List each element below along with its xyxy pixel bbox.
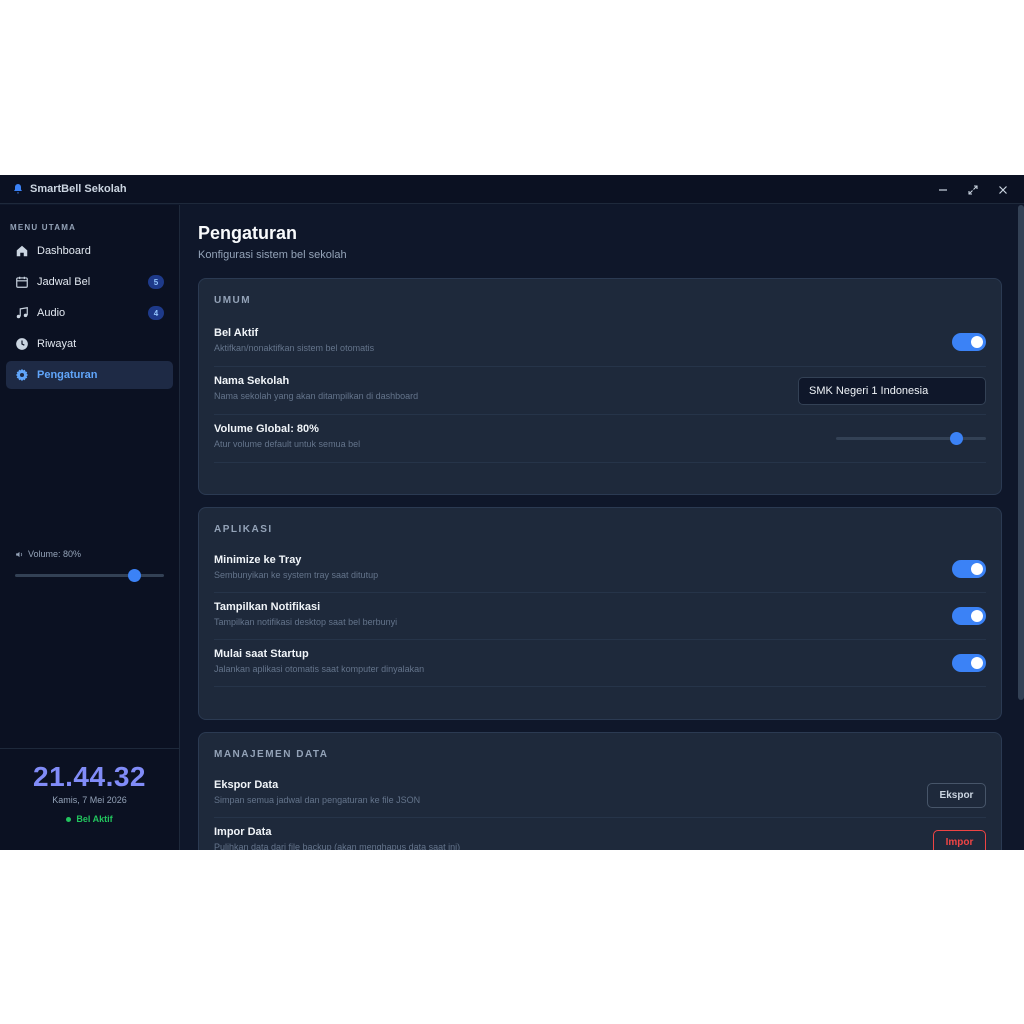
clock-icon (16, 338, 28, 350)
speaker-icon (16, 551, 23, 557)
card-heading: APLIKASI (214, 524, 273, 535)
clock-time: 21.44.32 (33, 761, 146, 792)
setting-desc: Atur volume default untuk semua bel (214, 439, 361, 449)
setting-title: Impor Data (214, 826, 272, 838)
volume-label-text: Volume: 80% (28, 549, 82, 559)
count-badge: 5 (148, 275, 164, 289)
start-on-startup-toggle[interactable] (952, 654, 986, 672)
card-application: APLIKASI Minimize ke Tray Sembunyikan ke… (198, 507, 1002, 720)
card-general: UMUM Bel Aktif Aktifkan/nonaktifkan sist… (198, 278, 1002, 495)
count-badge: 4 (148, 306, 164, 320)
sidebar-item-riwayat[interactable]: Riwayat (6, 330, 173, 358)
bell-status: Bel Aktif (0, 814, 179, 824)
clock-date: Kamis, 7 Mei 2026 (52, 795, 127, 805)
close-icon (999, 186, 1007, 194)
toggle-knob (971, 336, 983, 348)
setting-start-on-startup: Mulai saat Startup Jalankan aplikasi oto… (214, 640, 986, 687)
global-volume-slider[interactable] (836, 432, 986, 445)
bell-active-toggle[interactable] (952, 333, 986, 351)
setting-show-notification: Tampilkan Notifikasi Tampilkan notifikas… (214, 593, 986, 640)
app-title: SmartBell Sekolah (30, 183, 127, 195)
school-name-input[interactable] (798, 377, 986, 405)
scrollbar[interactable] (1018, 205, 1024, 700)
setting-desc: Tampilkan notifikasi desktop saat bel be… (214, 617, 398, 627)
sidebar-volume-label: Volume: 80% (15, 549, 81, 559)
setting-global-volume: Volume Global: 80% Atur volume default u… (214, 415, 986, 463)
setting-desc: Jalankan aplikasi otomatis saat komputer… (214, 664, 425, 674)
setting-title: Tampilkan Notifikasi (214, 601, 321, 613)
card-data-management: MANAJEMEN DATA Ekspor Data Simpan semua … (198, 732, 1002, 850)
export-button[interactable]: Ekspor (927, 783, 986, 808)
setting-export-data: Ekspor Data Simpan semua jadwal dan peng… (214, 771, 986, 818)
app-window: SmartBell Sekolah MENU UTAMA Dashboard J… (0, 175, 1024, 850)
sidebar-item-label: Riwayat (37, 338, 77, 350)
main-content: Pengaturan Konfigurasi sistem bel sekola… (180, 205, 1024, 850)
minimize-button[interactable] (933, 180, 953, 200)
toggle-knob (971, 610, 983, 622)
minimize-icon (939, 189, 947, 191)
title-bar: SmartBell Sekolah (0, 175, 1024, 204)
music-note-icon (16, 307, 28, 319)
setting-school-name: Nama Sekolah Nama sekolah yang akan dita… (214, 367, 986, 415)
sidebar-item-dashboard[interactable]: Dashboard (6, 237, 173, 265)
toggle-knob (971, 563, 983, 575)
minimize-tray-toggle[interactable] (952, 560, 986, 578)
sidebar-divider (0, 748, 179, 749)
calendar-icon (16, 276, 28, 288)
slider-thumb[interactable] (128, 569, 142, 582)
setting-title: Bel Aktif (214, 327, 259, 339)
setting-title: Ekspor Data (214, 779, 279, 791)
setting-desc: Simpan semua jadwal dan pengaturan ke fi… (214, 795, 421, 805)
gear-icon (15, 368, 29, 382)
sidebar-item-label: Audio (37, 307, 66, 319)
setting-desc: Sembunyikan ke system tray saat ditutup (214, 570, 379, 580)
setting-title: Minimize ke Tray (214, 554, 302, 566)
sidebar-item-pengaturan[interactable]: Pengaturan (6, 361, 173, 389)
home-icon (16, 245, 28, 257)
setting-minimize-tray: Minimize ke Tray Sembunyikan ke system t… (214, 546, 986, 593)
bell-icon (14, 184, 22, 194)
sidebar-item-label: Dashboard (37, 245, 91, 257)
setting-title: Volume Global: 80% (214, 423, 319, 435)
sidebar-item-label: Pengaturan (37, 369, 98, 381)
setting-desc: Aktifkan/nonaktifkan sistem bel otomatis (214, 343, 375, 353)
close-button[interactable] (993, 180, 1013, 200)
menu-heading: MENU UTAMA (10, 223, 77, 232)
card-heading: MANAJEMEN DATA (214, 749, 329, 760)
page-title: Pengaturan (198, 223, 298, 243)
status-text: Bel Aktif (76, 814, 113, 824)
sidebar-volume-slider[interactable] (15, 569, 164, 582)
sidebar: MENU UTAMA Dashboard Jadwal Bel 5 Audio … (0, 205, 180, 850)
card-heading: UMUM (214, 295, 252, 306)
sidebar-item-audio[interactable]: Audio 4 (6, 299, 173, 327)
status-dot-icon (66, 817, 72, 823)
setting-desc: Nama sekolah yang akan ditampilkan di da… (214, 391, 419, 401)
sidebar-item-jadwal-bel[interactable]: Jadwal Bel 5 (6, 268, 173, 296)
expand-icon (968, 185, 978, 195)
setting-import-data: Impor Data Pulihkan data dari file backu… (214, 818, 986, 850)
slider-thumb[interactable] (950, 432, 963, 445)
setting-desc: Pulihkan data dari file backup (akan men… (214, 842, 461, 850)
toggle-knob (971, 657, 983, 669)
setting-bell-active: Bel Aktif Aktifkan/nonaktifkan sistem be… (214, 319, 986, 367)
show-notification-toggle[interactable] (952, 607, 986, 625)
sidebar-item-label: Jadwal Bel (37, 276, 91, 288)
import-button[interactable]: Impor (933, 830, 986, 850)
setting-title: Nama Sekolah (214, 375, 290, 387)
setting-title: Mulai saat Startup (214, 648, 309, 660)
page-subtitle: Konfigurasi sistem bel sekolah (198, 249, 347, 261)
maximize-button[interactable] (963, 180, 983, 200)
